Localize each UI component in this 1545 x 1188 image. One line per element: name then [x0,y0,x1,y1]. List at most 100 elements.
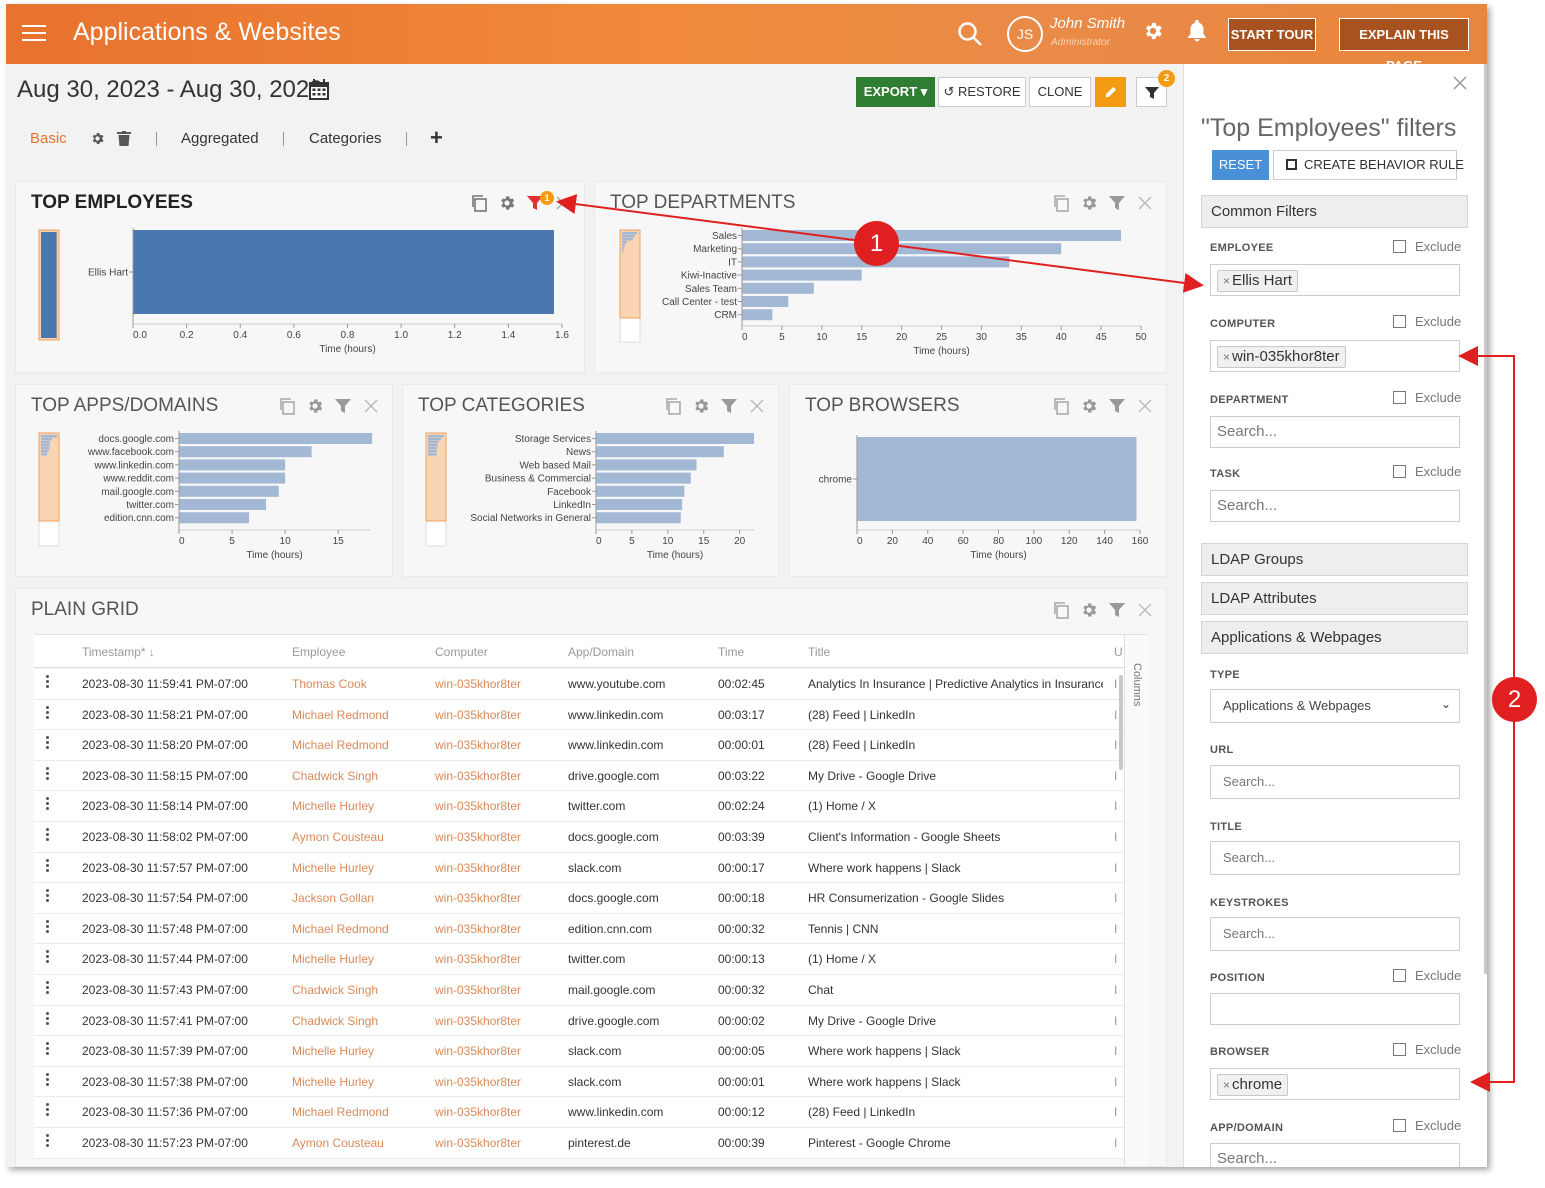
row-menu-icon[interactable] [46,1103,50,1118]
gear-icon[interactable] [692,397,710,415]
edit-button[interactable] [1095,77,1126,107]
task-exclude[interactable]: Exclude [1393,464,1461,479]
cell-computer[interactable]: win-035khor8ter [435,1075,521,1089]
row-menu-icon[interactable] [46,950,50,965]
bar[interactable] [133,230,554,314]
cell-computer[interactable]: win-035khor8ter [435,830,521,844]
checkbox[interactable] [1393,315,1406,328]
filter-icon[interactable] [1108,194,1126,212]
table-row[interactable]: 2023-08-30 11:57:38 PM-07:00 Michelle Hur… [34,1066,1124,1098]
checkbox[interactable] [1393,1119,1406,1132]
avatar[interactable]: JS [1007,16,1043,52]
create-behavior-rule-button[interactable]: CREATE BEHAVIOR RULE [1273,150,1464,180]
table-row[interactable]: 2023-08-30 11:58:15 PM-07:00 Chadwick Sin… [34,760,1124,792]
add-tab-button[interactable]: + [430,125,443,151]
column-header-timestamp[interactable]: Timestamp* ↓ [82,645,155,659]
task-search-input[interactable]: Search... [1210,490,1460,522]
cell-computer[interactable]: win-035khor8ter [435,891,521,905]
close-icon[interactable] [1136,601,1154,619]
row-menu-icon[interactable] [46,1134,50,1149]
table-row[interactable]: 2023-08-30 11:57:41 PM-07:00 Chadwick Sin… [34,1005,1124,1037]
cell-employee[interactable]: Michelle Hurley [292,1044,374,1058]
calendar-icon[interactable] [308,79,330,101]
browser-exclude[interactable]: Exclude [1393,1042,1461,1057]
cell-employee[interactable]: Michael Redmond [292,738,389,752]
gear-icon[interactable] [1142,20,1164,42]
gear-icon[interactable] [1080,601,1098,619]
bar[interactable] [596,446,724,458]
row-menu-icon[interactable] [46,919,50,935]
column-header-computer[interactable]: Computer [435,645,488,659]
section-common-filters[interactable]: Common Filters [1201,195,1468,228]
bar[interactable] [596,485,685,497]
grid-scrollbar[interactable] [1119,675,1123,770]
close-icon[interactable] [362,397,380,415]
cell-employee[interactable]: Michael Redmond [292,708,389,722]
table-row[interactable]: 2023-08-30 11:58:20 PM-07:00 Michael Redm… [34,730,1124,761]
cell-computer[interactable]: win-035khor8ter [435,738,521,752]
bar[interactable] [179,472,286,484]
table-row[interactable]: 2023-08-30 11:58:02 PM-07:00 Aymon Couste… [34,822,1124,853]
bar[interactable] [742,269,862,281]
cell-computer[interactable]: win-035khor8ter [435,983,521,997]
columns-panel-toggle[interactable]: Columns [1124,635,1147,1165]
cell-computer[interactable]: win-035khor8ter [435,708,521,722]
filter-icon[interactable] [334,397,352,415]
employee-exclude[interactable]: Exclude [1393,239,1461,254]
keystrokes-search-input[interactable]: Search... [1210,917,1460,951]
filter-chip[interactable]: × chrome [1217,1074,1289,1096]
gear-icon[interactable] [1080,397,1098,415]
bar[interactable] [742,282,814,294]
tab-aggregated[interactable]: Aggregated [181,130,259,147]
table-row[interactable]: 2023-08-30 11:59:41 PM-07:00 Thomas Cook w… [34,669,1124,700]
computer-field[interactable]: × win-035khor8ter [1210,340,1460,372]
cell-employee[interactable]: Michelle Hurley [292,799,374,813]
table-row[interactable]: 2023-08-30 11:57:44 PM-07:00 Michelle Hur… [34,944,1124,975]
cell-employee[interactable]: Chadwick Singh [292,769,378,783]
cell-employee[interactable]: Jackson Gollan [292,891,374,905]
app-domain-exclude[interactable]: Exclude [1393,1118,1461,1133]
bar[interactable] [742,243,1062,255]
checkbox[interactable] [1393,465,1406,478]
section-ldap-attributes[interactable]: LDAP Attributes [1201,582,1468,615]
start-tour-button[interactable]: START TOUR [1228,18,1316,51]
column-header-time[interactable]: Time [718,645,744,659]
bar[interactable] [179,433,373,444]
bar[interactable] [596,499,683,510]
bar[interactable] [596,472,691,484]
export-button[interactable]: EXPORT ▾ [856,77,935,107]
table-row[interactable]: 2023-08-30 11:57:54 PM-07:00 Jackson Goll… [34,883,1124,914]
computer-exclude[interactable]: Exclude [1393,314,1461,329]
bar[interactable] [179,485,279,497]
close-icon[interactable] [748,397,766,415]
close-icon[interactable] [554,194,572,212]
bar[interactable] [179,499,267,510]
cell-employee[interactable]: Michael Redmond [292,922,389,936]
table-row[interactable]: 2023-08-30 11:57:43 PM-07:00 Chadwick Sin… [34,975,1124,1006]
table-row[interactable]: 2023-08-30 11:57:39 PM-07:00 Michelle Hur… [34,1036,1124,1067]
table-row[interactable]: 2023-08-30 11:58:14 PM-07:00 Michelle Hur… [34,791,1124,822]
row-menu-icon[interactable] [46,766,50,782]
filter-icon[interactable] [1108,601,1126,619]
column-header-title[interactable]: Title [808,645,830,659]
app-domain-search-input[interactable]: Search... [1210,1143,1460,1167]
row-menu-icon[interactable] [46,736,50,751]
cell-employee[interactable]: Chadwick Singh [292,983,378,997]
cell-computer[interactable]: win-035khor8ter [435,922,521,936]
close-icon[interactable] [1136,397,1154,415]
filter-icon[interactable] [720,397,738,415]
bar[interactable] [179,459,286,471]
cell-employee[interactable]: Aymon Cousteau [292,1136,384,1150]
section-ldap-groups[interactable]: LDAP Groups [1201,543,1468,576]
bar[interactable] [742,309,773,321]
explain-page-button[interactable]: EXPLAIN THIS PAGE [1339,18,1469,73]
tab-basic[interactable]: Basic [30,130,67,147]
position-exclude[interactable]: Exclude [1393,968,1461,983]
bar[interactable] [596,512,681,524]
bar[interactable] [596,459,697,471]
row-menu-icon[interactable] [46,889,50,904]
cell-employee[interactable]: Michelle Hurley [292,952,374,966]
date-range[interactable]: Aug 30, 2023 - Aug 30, 2023 [17,76,323,104]
row-menu-icon[interactable] [46,675,50,690]
gear-icon[interactable] [306,397,324,415]
